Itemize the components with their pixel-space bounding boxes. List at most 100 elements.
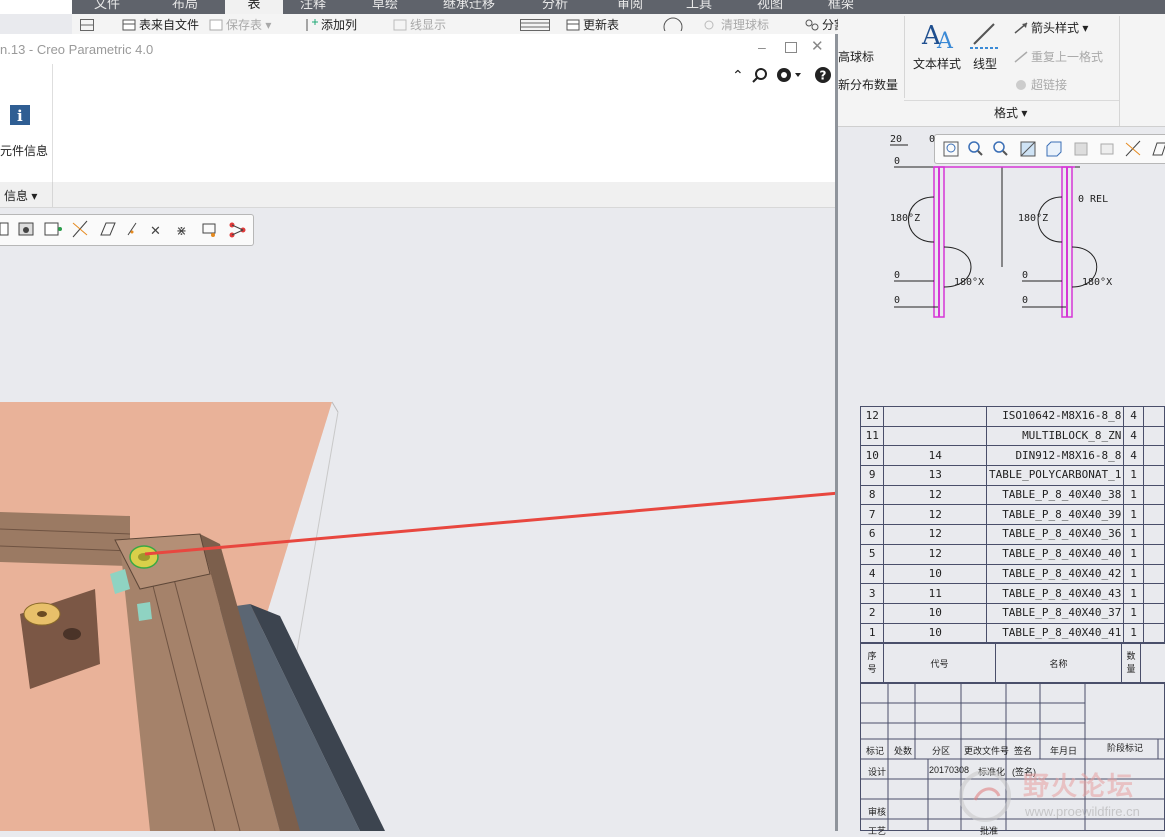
arrow-style-button[interactable]: 箭头样式 ▾ (1014, 19, 1088, 36)
dim-180z-left[interactable]: 180°Z (890, 213, 920, 224)
bom-row[interactable]: 7 12 TABLE_P_8_40X40_39 1 (859, 504, 1165, 526)
tab-analysis[interactable]: 分析 (536, 0, 574, 14)
bom-cell-extra (1142, 465, 1165, 486)
clean-balloons-icon (704, 20, 714, 30)
search-icon[interactable] (752, 67, 768, 86)
bom-row[interactable]: 9 13 TABLE_POLYCARBONAT_1 1 (859, 465, 1165, 486)
ribbon-tab-bar: 文件 布局 表 注释 草绘 继承迁移 分析 审阅 工具 视图 框架 (0, 0, 1165, 14)
minimize-button[interactable]: – (758, 39, 766, 55)
format-group-label[interactable]: 格式 ▾ (994, 104, 1027, 121)
collapse-ribbon-icon[interactable]: ⌃ (732, 67, 744, 84)
bom-table[interactable]: 12 ISO10642-M8X16-8_8 4 11 MULTIBLOCK_8_ZN 4 1… (859, 406, 1165, 644)
tb-review: 审核 (868, 807, 887, 817)
dim-180x-right[interactable]: 180°X (1082, 277, 1112, 288)
bom-row[interactable]: 1 10 TABLE_P_8_40X40_41 1 (859, 622, 1165, 644)
tab-sketch[interactable]: 草绘 (366, 0, 404, 14)
bom-row[interactable]: 8 12 TABLE_P_8_40X40_38 1 (859, 484, 1165, 506)
table-from-file-label: 表来自文件 (139, 18, 200, 32)
grid-icon[interactable] (80, 17, 97, 33)
bom-row[interactable]: 10 14 DIN912-M8X16-8_8 4 (859, 445, 1165, 467)
tab-review[interactable]: 审阅 (611, 0, 649, 14)
info-icon[interactable]: i (10, 105, 30, 128)
tab-annotate[interactable]: 注释 (294, 0, 332, 14)
bom-cell-name: MULTIBLOCK_8_ZN (985, 425, 1125, 447)
line-display-button[interactable]: 线显示 (393, 17, 446, 33)
bom-row[interactable]: 2 10 TABLE_P_8_40X40_37 1 (859, 602, 1165, 624)
info-group-dropdown[interactable]: 信息 ▾ (4, 187, 37, 204)
bom-row[interactable]: 6 12 TABLE_P_8_40X40_36 1 (859, 524, 1165, 545)
bom-row[interactable]: 11 MULTIBLOCK_8_ZN 4 (859, 425, 1165, 447)
toolbar-icon-frame[interactable] (44, 222, 62, 236)
line-style-button[interactable]: 线型 (966, 18, 1004, 82)
maximize-button[interactable] (785, 42, 797, 53)
balloons-button[interactable]: 高球标 (838, 48, 874, 65)
svg-text:✕: ✕ (150, 224, 161, 239)
dim-0-a[interactable]: 0 (894, 270, 900, 281)
dim-180z-right[interactable]: 180°Z (1018, 213, 1048, 224)
tab-tools[interactable]: 工具 (680, 0, 718, 14)
tab-layout[interactable]: 布局 (166, 0, 204, 14)
tab-table[interactable]: 表 (225, 0, 283, 14)
toolbar-icon-point-display[interactable] (127, 222, 137, 236)
text-style-button[interactable]: AA 文本样式 (911, 18, 963, 82)
bom-cell-extra (1142, 583, 1165, 604)
toolbar-icon-doc[interactable] (0, 222, 9, 236)
split-balloons-icon (805, 19, 819, 31)
bom-row[interactable]: 12 ISO10642-M8X16-8_8 4 (859, 406, 1165, 427)
toolbar-icon-axis-display[interactable] (72, 220, 88, 238)
bom-cell-no: 2 (859, 602, 885, 624)
toolbar-icon-annotation[interactable] (202, 223, 216, 237)
bom-row[interactable]: 5 12 TABLE_P_8_40X40_40 1 (859, 543, 1165, 565)
community-icon[interactable] (776, 67, 802, 86)
update-table-button[interactable]: 更新表 (566, 17, 619, 33)
watermark-logo-icon (959, 770, 1011, 822)
toolbar-icon-csys-display[interactable]: ✕ (150, 224, 161, 239)
tab-file[interactable]: 文件 (88, 0, 126, 14)
hyperlink-button[interactable]: 超链接 (1014, 76, 1067, 93)
repeat-last-format-button[interactable]: 重复上一格式 (1014, 48, 1103, 65)
bom-cell-code: 14 (883, 445, 987, 467)
dim-0-left[interactable]: 0 (894, 156, 900, 167)
close-button[interactable]: ✕ (811, 37, 824, 55)
dim-0-c[interactable]: 0 (894, 295, 900, 306)
bom-cell-extra (1142, 445, 1165, 467)
toolbar-icon-plane-display[interactable] (100, 222, 116, 236)
repeat-format-icon (1014, 51, 1028, 63)
save-table-button[interactable]: 保存表 ▾ (209, 17, 271, 33)
table-from-file-button[interactable]: 表来自文件 (122, 17, 199, 33)
clean-balloons-button[interactable]: 清理球标 (704, 17, 769, 33)
tab-frame[interactable]: 框架 (822, 0, 860, 14)
component-info-button[interactable]: 元件信息 (0, 142, 48, 159)
toolbar-icon-tags[interactable]: ⋇ (176, 224, 187, 239)
profile-center-right (1066, 167, 1068, 317)
horizontal-profile[interactable] (0, 512, 130, 566)
dim-0-d[interactable]: 0 (1022, 295, 1028, 306)
bom-cell-qty: 1 (1123, 563, 1144, 585)
model-viewport[interactable] (0, 244, 835, 831)
tb-design: 设计 (868, 767, 887, 777)
dim-0-top[interactable]: 0 (929, 134, 935, 145)
redistribute-qty-button[interactable]: 新分布数量 (838, 76, 898, 93)
tab-legacy-migration[interactable]: 继承迁移 (437, 0, 501, 14)
bom-cell-code (883, 406, 987, 427)
drawing-detail-view[interactable]: 20 0 0 180°Z 180°Z 0 REL 0 0 180°X 180°X… (880, 127, 1165, 327)
table-grid-icon[interactable] (520, 17, 553, 33)
toolbar-icon-camera[interactable] (18, 222, 34, 236)
toolbar-icon-spin-center[interactable] (229, 222, 246, 238)
bom-header-no-text: 序号 (867, 651, 877, 674)
tab-view[interactable]: 视图 (751, 0, 789, 14)
text-style-icon: AA (921, 21, 954, 54)
text-style-label: 文本样式 (912, 57, 961, 71)
bom-row[interactable]: 4 10 TABLE_P_8_40X40_42 1 (859, 563, 1165, 585)
help-icon[interactable]: ? (815, 67, 831, 86)
bom-cell-extra (1142, 504, 1165, 526)
tb-zone: 分区 (932, 746, 951, 756)
tb-sign: 签名 (1014, 746, 1033, 756)
dim-0-b[interactable]: 0 (1022, 270, 1028, 281)
add-column-button[interactable]: 添加列 (304, 17, 357, 33)
bom-row[interactable]: 3 11 TABLE_P_8_40X40_43 1 (859, 583, 1165, 604)
dim-0-rel[interactable]: 0 REL (1078, 194, 1108, 205)
dim-180x-left[interactable]: 180°X (954, 277, 984, 288)
dim-20[interactable]: 20 (890, 134, 902, 145)
balloon-circle-icon[interactable] (662, 17, 687, 33)
